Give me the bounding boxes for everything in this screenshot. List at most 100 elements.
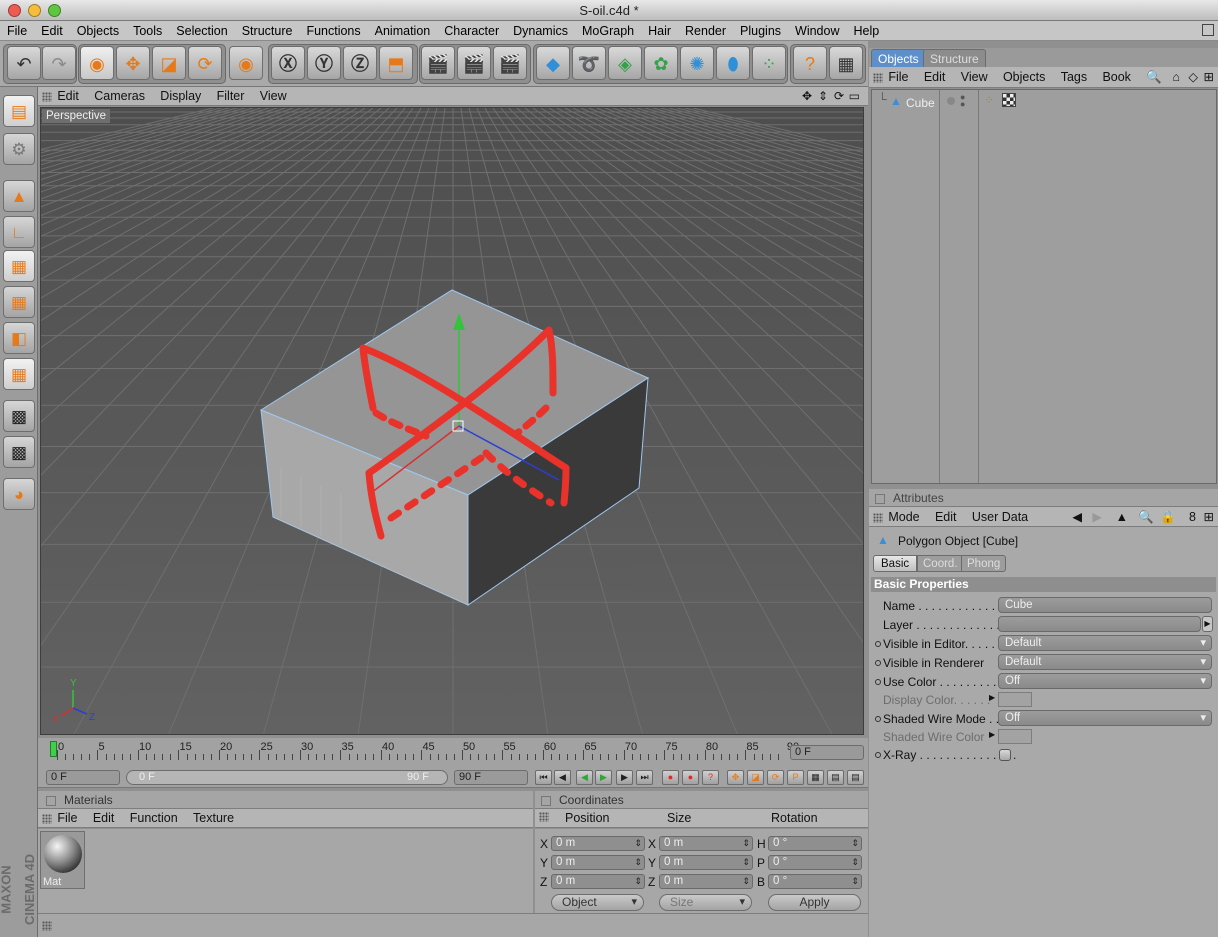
model-mode-icon[interactable]: ⚙ — [3, 133, 35, 165]
visible-editor-dropdown[interactable]: Default — [998, 635, 1212, 651]
attributes-menu-mode[interactable]: Mode — [882, 507, 925, 527]
menu-edit[interactable]: Edit — [34, 21, 70, 41]
shaded-wire-color-swatch[interactable] — [998, 729, 1032, 744]
rotate-tool-icon[interactable]: ⟳ — [188, 46, 222, 80]
phong-tag-icon[interactable]: ⁘ — [984, 93, 994, 107]
attr-new-window-icon[interactable]: ⊞ — [1204, 507, 1214, 527]
objects-menu-tags[interactable]: Tags — [1055, 67, 1093, 87]
attr-tab-coord[interactable]: Coord. — [917, 555, 964, 572]
objects-menu-file[interactable]: File — [882, 67, 914, 87]
material-swatch[interactable]: Mat — [40, 831, 85, 889]
rot-b-field[interactable]: 0 ° — [768, 874, 862, 889]
timeline-settings-icon[interactable]: ▤ — [847, 770, 864, 785]
live-selection-icon[interactable]: ◉ — [80, 46, 114, 80]
object-row-cube[interactable]: └ ▲ Cube ● ● ⁘ — [872, 92, 1217, 112]
redo-icon[interactable]: ↷ — [42, 46, 76, 80]
attributes-menu-edit[interactable]: Edit — [929, 507, 963, 527]
menu-help[interactable]: Help — [847, 21, 887, 41]
visible-renderer-dropdown[interactable]: Default — [998, 654, 1212, 670]
shaded-wire-color-arrow-icon[interactable]: ▶ — [989, 730, 995, 739]
menu-file[interactable]: File — [0, 21, 34, 41]
selection-mode-icon[interactable]: ◉ — [229, 46, 263, 80]
apply-button[interactable]: Apply — [768, 894, 861, 911]
render-visibility-dot[interactable]: ● ● — [960, 93, 965, 109]
objects-menu-bookmarks[interactable]: Book — [1096, 67, 1137, 87]
display-color-arrow-icon[interactable]: ▶ — [989, 693, 995, 702]
coordinates-grip[interactable] — [539, 812, 549, 822]
render-picture-viewer-icon[interactable]: 🎬 — [457, 46, 491, 80]
key-position-icon[interactable]: ✥ — [727, 770, 744, 785]
coordinate-system-icon[interactable]: ⬒ — [379, 46, 413, 80]
environment-icon[interactable]: ⬮ — [716, 46, 750, 80]
spline-icon[interactable]: ➰ — [572, 46, 606, 80]
frame-range-slider[interactable]: 0 F 90 F — [126, 770, 448, 785]
texture-axis-icon[interactable]: ▩ — [3, 436, 35, 468]
viewport-menu-filter[interactable]: Filter — [211, 87, 251, 106]
size-y-field[interactable]: 0 m — [659, 855, 753, 870]
home-icon[interactable]: ⌂ — [1172, 67, 1180, 87]
menu-objects[interactable]: Objects — [70, 21, 126, 41]
attributes-panel-checkbox[interactable] — [875, 493, 885, 504]
start-frame-field[interactable]: 0 F — [46, 770, 120, 785]
key-scale-icon[interactable]: ◪ — [747, 770, 764, 785]
objects-grip[interactable] — [873, 73, 883, 83]
viewport-menu-view[interactable]: View — [254, 87, 293, 106]
minimize-window-button[interactable] — [28, 4, 41, 17]
layout-mode-icon[interactable]: ▤ — [3, 95, 35, 127]
new-window-icon[interactable]: ⊞ — [1204, 67, 1214, 87]
checker-icon[interactable]: ▩ — [3, 400, 35, 432]
help-icon[interactable]: ? — [793, 46, 827, 80]
visible-editor-dot[interactable] — [875, 641, 881, 647]
autokey-icon[interactable]: ● — [682, 770, 699, 785]
objects-menu-objects[interactable]: Objects — [997, 67, 1051, 87]
menu-structure[interactable]: Structure — [235, 21, 300, 41]
end-frame-field[interactable]: 90 F — [454, 770, 528, 785]
zoom-window-button[interactable] — [48, 4, 61, 17]
play-forward-icon[interactable]: ▶ — [595, 770, 612, 785]
objects-menu-view[interactable]: View — [955, 67, 994, 87]
layout-toggle-icon[interactable] — [1202, 24, 1214, 36]
keyframe-selection-icon[interactable]: ? — [702, 770, 719, 785]
prev-frame-icon[interactable]: ◀ — [554, 770, 571, 785]
texture-mode-icon[interactable]: ∟ — [3, 216, 35, 248]
edges-mode-icon[interactable]: ▦ — [3, 286, 35, 318]
object-name-cube[interactable]: Cube — [906, 96, 935, 110]
menu-animation[interactable]: Animation — [368, 21, 438, 41]
attr-tab-basic[interactable]: Basic — [873, 555, 918, 572]
size-mode-dropdown[interactable]: Size — [659, 894, 752, 911]
object-mode-icon[interactable]: ▲ — [3, 180, 35, 212]
menu-functions[interactable]: Functions — [299, 21, 367, 41]
rot-p-field[interactable]: 0 ° — [768, 855, 862, 870]
materials-grip[interactable] — [42, 814, 52, 824]
settings-icon[interactable]: 8 — [1189, 507, 1196, 527]
play-backward-icon[interactable]: ◀ — [576, 770, 593, 785]
menu-render[interactable]: Render — [678, 21, 733, 41]
viewport-grip[interactable] — [42, 92, 52, 102]
key-pla-icon[interactable]: ▦ — [807, 770, 824, 785]
nurbs-icon[interactable]: ◈ — [608, 46, 642, 80]
menu-hair[interactable]: Hair — [641, 21, 678, 41]
pos-y-field[interactable]: 0 m — [551, 855, 645, 870]
materials-menu-edit[interactable]: Edit — [87, 809, 121, 828]
viewport-maximize-icon[interactable]: ▭ — [843, 87, 866, 106]
materials-menu-file[interactable]: File — [51, 809, 83, 828]
name-field[interactable]: Cube — [998, 597, 1212, 613]
x-axis-lock-icon[interactable]: Ⓧ — [271, 46, 305, 80]
script-manager-icon[interactable]: ▦ — [829, 46, 863, 80]
attributes-grip[interactable] — [873, 513, 883, 523]
use-color-dot[interactable] — [875, 679, 881, 685]
key-rotation-icon[interactable]: ⟳ — [767, 770, 784, 785]
goto-end-icon[interactable]: ⏭ — [636, 770, 653, 785]
current-frame-field[interactable]: 0 F — [790, 745, 864, 760]
back-arrow-icon[interactable]: ◀ — [1072, 507, 1082, 527]
materials-menu-function[interactable]: Function — [124, 809, 184, 828]
menu-window[interactable]: Window — [788, 21, 846, 41]
particle-icon[interactable]: ⁘ — [752, 46, 786, 80]
viewport-menu-cameras[interactable]: Cameras — [88, 87, 151, 106]
array-icon[interactable]: ✿ — [644, 46, 678, 80]
shaded-wire-mode-dropdown[interactable]: Off — [998, 710, 1212, 726]
scale-tool-icon[interactable]: ◪ — [152, 46, 186, 80]
coordinate-mode-dropdown[interactable]: Object — [551, 894, 644, 911]
attr-search-icon[interactable]: 🔍 — [1138, 507, 1154, 527]
pos-z-field[interactable]: 0 m — [551, 874, 645, 889]
